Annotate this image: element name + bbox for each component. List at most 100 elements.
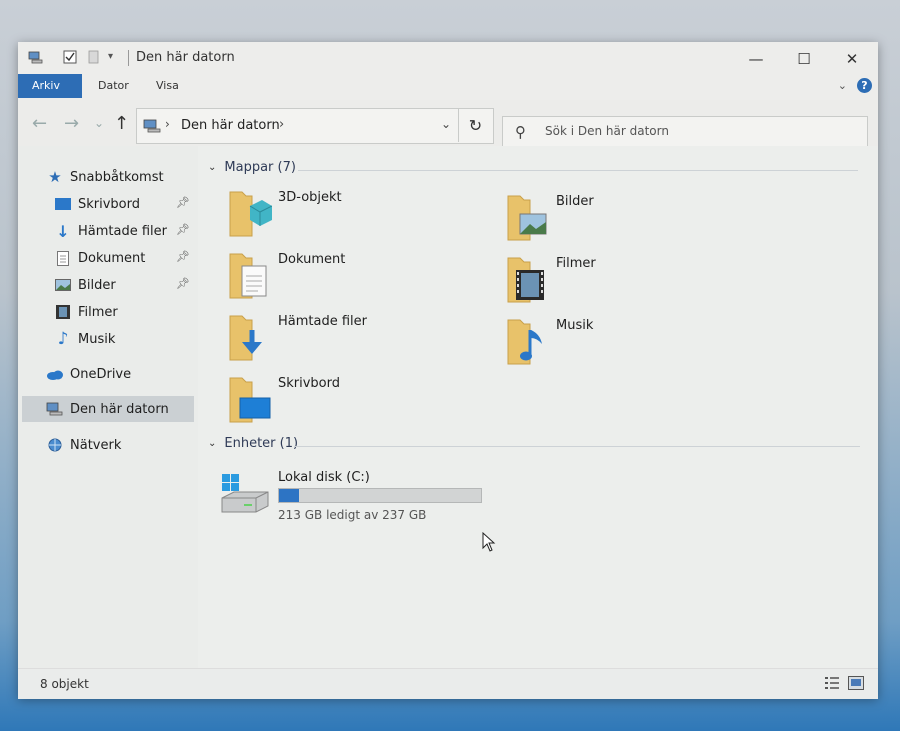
folder-name: Bilder bbox=[556, 194, 594, 209]
sidebar-item-pictures[interactable]: Bilder bbox=[54, 272, 194, 298]
collapse-chevron-icon[interactable]: ⌄ bbox=[208, 438, 216, 449]
sidebar-item-downloads[interactable]: ↓ Hämtade filer bbox=[54, 218, 194, 244]
pin-icon[interactable]: 📌︎ bbox=[176, 196, 190, 209]
computer-icon bbox=[143, 119, 161, 133]
title-bar: ▾ Den här datorn — ☐ ✕ bbox=[18, 42, 878, 74]
sidebar-item-label: Dokument bbox=[78, 250, 146, 266]
computer-icon[interactable] bbox=[28, 49, 44, 65]
expand-ribbon-chevron-icon[interactable]: ⌄ bbox=[838, 79, 847, 92]
drive-free-space: 213 GB ledigt av 237 GB bbox=[278, 508, 427, 522]
sidebar-item-quick-access[interactable]: ★ Snabbåtkomst bbox=[46, 164, 164, 190]
refresh-button[interactable]: ↻ bbox=[458, 108, 492, 142]
address-dropdown-chevron-icon[interactable]: ⌄ bbox=[441, 117, 451, 131]
search-box[interactable]: ⚲ bbox=[502, 116, 868, 150]
folder-3d-objects[interactable]: 3D-objekt bbox=[228, 184, 488, 242]
new-folder-icon[interactable] bbox=[86, 49, 102, 65]
sidebar-item-onedrive[interactable]: OneDrive bbox=[46, 361, 131, 387]
folder-pictures[interactable]: Bilder bbox=[506, 188, 766, 246]
pictures-folder-icon bbox=[507, 195, 547, 241]
folder-downloads[interactable]: Hämtade filer bbox=[228, 308, 488, 366]
drive-name: Lokal disk (C:) bbox=[278, 470, 370, 485]
back-button[interactable]: ← bbox=[32, 113, 47, 134]
music-folder-icon bbox=[507, 319, 542, 365]
item-count: 8 objekt bbox=[40, 677, 89, 691]
folders-group-header[interactable]: ⌄ Mappar (7) bbox=[208, 160, 296, 175]
breadcrumb-chevron-icon[interactable]: › bbox=[279, 117, 284, 132]
navigation-pane: ★ Snabbåtkomst Skrivbord 📌︎ ↓ Hämtade fi… bbox=[18, 146, 199, 668]
devices-group-label: Enheter (1) bbox=[224, 436, 299, 451]
sidebar-item-music[interactable]: ♪ Musik bbox=[54, 326, 194, 352]
folder-name: Musik bbox=[556, 318, 594, 333]
collapse-chevron-icon[interactable]: ⌄ bbox=[208, 162, 216, 173]
sidebar-item-desktop[interactable]: Skrivbord bbox=[54, 191, 194, 217]
drive-usage-fill bbox=[279, 489, 300, 502]
drive-local-disk-c[interactable]: Lokal disk (C:) 213 GB ledigt av 237 GB bbox=[220, 468, 500, 528]
drive-usage-bar bbox=[278, 488, 482, 503]
details-view-icon[interactable] bbox=[824, 676, 840, 690]
sidebar-item-videos[interactable]: Filmer bbox=[54, 299, 194, 325]
sidebar-item-label: Hämtade filer bbox=[78, 223, 167, 239]
document-icon bbox=[54, 250, 72, 266]
folder-name: Skrivbord bbox=[278, 376, 341, 391]
film-icon bbox=[54, 304, 72, 320]
pin-icon[interactable]: 📌︎ bbox=[176, 250, 190, 263]
search-input[interactable] bbox=[543, 123, 847, 139]
sidebar-item-label: Filmer bbox=[78, 304, 118, 320]
minimize-button[interactable]: — bbox=[734, 46, 778, 72]
tab-visa[interactable]: Visa bbox=[142, 74, 193, 98]
sidebar-item-label: Nätverk bbox=[70, 437, 122, 453]
folder-name: 3D-objekt bbox=[278, 190, 342, 205]
large-icons-view-icon[interactable] bbox=[848, 676, 864, 690]
title-separator bbox=[128, 50, 129, 66]
sidebar-item-label: Musik bbox=[78, 331, 116, 347]
folder-videos[interactable]: Filmer bbox=[506, 250, 766, 308]
close-button[interactable]: ✕ bbox=[830, 46, 874, 72]
mouse-cursor-icon bbox=[482, 532, 496, 552]
cloud-icon bbox=[46, 366, 64, 382]
navigation-bar: ← → ⌄ ↑ › Den här datorn › ⌄ ↻ ⚲ bbox=[18, 100, 878, 150]
devices-group-header[interactable]: ⌄ Enheter (1) bbox=[208, 436, 298, 451]
sidebar-item-this-pc[interactable]: Den här datorn bbox=[22, 396, 194, 422]
3d-objects-folder-icon bbox=[229, 191, 272, 237]
help-icon[interactable]: ? bbox=[857, 78, 872, 93]
forward-button[interactable]: → bbox=[64, 113, 79, 134]
tab-dator[interactable]: Dator bbox=[84, 74, 143, 98]
file-explorer-window: ▾ Den här datorn — ☐ ✕ Arkiv Dator Visa … bbox=[18, 42, 878, 699]
desktop-icon bbox=[54, 196, 72, 212]
sidebar-item-label: Bilder bbox=[78, 277, 116, 293]
folder-music[interactable]: Musik bbox=[506, 312, 766, 370]
sidebar-item-label: Snabbåtkomst bbox=[70, 169, 164, 185]
search-icon: ⚲ bbox=[515, 123, 526, 141]
ribbon-tabs: Arkiv Dator Visa ⌄ ? bbox=[18, 74, 878, 100]
folder-desktop[interactable]: Skrivbord bbox=[228, 370, 488, 428]
breadcrumb[interactable]: Den här datorn bbox=[181, 118, 280, 133]
up-button[interactable]: ↑ bbox=[114, 113, 129, 134]
customize-toolbar-chevron-icon[interactable]: ▾ bbox=[108, 51, 124, 67]
status-bar: 8 objekt bbox=[18, 668, 878, 699]
downloads-folder-icon bbox=[229, 315, 262, 361]
content-pane: ⌄ Mappar (7) 3D-objekt Bilder Dokument F… bbox=[198, 146, 878, 668]
music-icon: ♪ bbox=[57, 329, 69, 349]
folders-group-label: Mappar (7) bbox=[224, 160, 296, 175]
desktop-folder-icon bbox=[229, 377, 271, 423]
maximize-button[interactable]: ☐ bbox=[782, 46, 826, 72]
computer-icon bbox=[46, 401, 64, 417]
group-divider bbox=[294, 446, 860, 447]
address-bar[interactable]: › Den här datorn › ⌄ bbox=[136, 108, 494, 144]
videos-folder-icon bbox=[507, 257, 544, 303]
group-divider bbox=[298, 170, 858, 171]
folder-name: Dokument bbox=[278, 252, 346, 267]
folder-documents[interactable]: Dokument bbox=[228, 246, 488, 304]
sidebar-item-label: Den här datorn bbox=[70, 401, 169, 417]
folder-name: Filmer bbox=[556, 256, 596, 271]
tab-arkiv[interactable]: Arkiv bbox=[18, 74, 82, 98]
properties-check-icon[interactable] bbox=[62, 49, 78, 65]
sidebar-item-network[interactable]: Nätverk bbox=[46, 432, 121, 458]
pin-icon[interactable]: 📌︎ bbox=[176, 223, 190, 236]
pin-icon[interactable]: 📌︎ bbox=[176, 277, 190, 290]
recent-locations-button[interactable]: ⌄ bbox=[94, 116, 104, 130]
sidebar-item-label: OneDrive bbox=[70, 366, 132, 382]
sidebar-item-documents[interactable]: Dokument bbox=[54, 245, 194, 271]
breadcrumb-chevron-icon: › bbox=[165, 117, 170, 131]
pictures-icon bbox=[54, 277, 72, 293]
